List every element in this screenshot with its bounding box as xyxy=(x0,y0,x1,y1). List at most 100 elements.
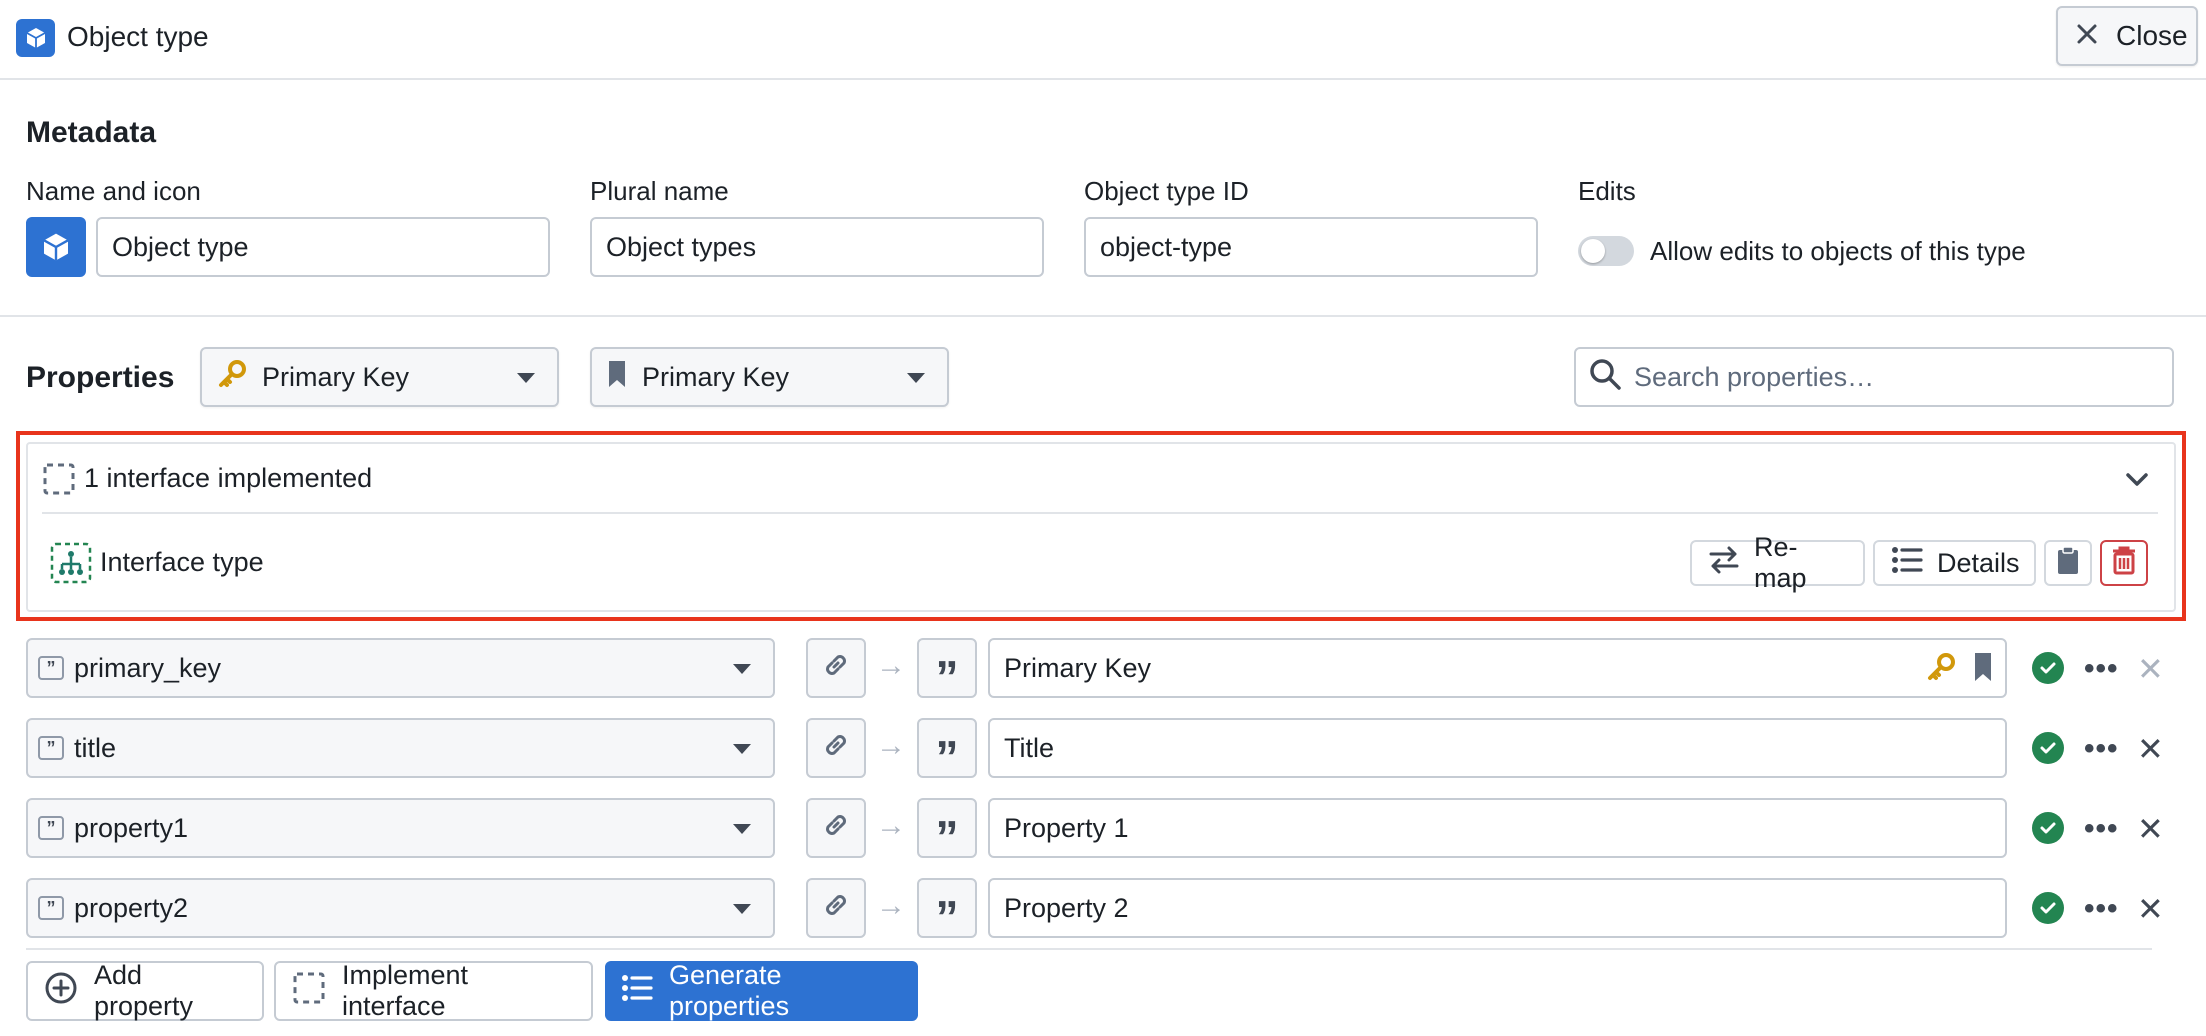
cube-icon xyxy=(43,233,69,261)
details-label: Details xyxy=(1937,547,2020,578)
remap-label: Re-map xyxy=(1754,532,1807,593)
implement-interface-button[interactable]: Implement interface xyxy=(274,960,593,1021)
clipboard-button[interactable] xyxy=(2044,540,2092,586)
close-label: Close xyxy=(2116,20,2188,51)
edits-toggle[interactable] xyxy=(1578,236,1634,266)
name-input[interactable]: Object type xyxy=(96,217,550,277)
primary-key-select[interactable]: Primary Key xyxy=(200,347,559,407)
generate-properties-button[interactable]: Generate properties xyxy=(605,960,918,1021)
object-type-id-input[interactable]: object-type xyxy=(1084,217,1538,277)
more-icon[interactable]: ••• xyxy=(2084,732,2119,766)
link-icon xyxy=(820,729,852,768)
type-button[interactable]: ” xyxy=(917,638,977,703)
quote-icon: ” xyxy=(935,891,959,943)
dialog-title: Object type xyxy=(67,21,209,52)
plus-circle-icon xyxy=(44,971,78,1012)
interface-type-name: Interface type xyxy=(100,547,264,577)
chevron-down-icon xyxy=(733,744,751,754)
more-icon[interactable]: ••• xyxy=(2084,652,2119,686)
property-display-input[interactable]: Property 2 xyxy=(988,878,2007,938)
quote-icon: ” xyxy=(38,656,64,680)
link-button[interactable] xyxy=(806,798,866,858)
swap-arrows-icon xyxy=(1708,545,1740,582)
bookmark-icon xyxy=(1973,651,1993,690)
dashed-square-icon xyxy=(42,462,76,503)
property-source-label: title xyxy=(74,732,117,763)
link-button[interactable] xyxy=(806,638,866,698)
quote-icon: ” xyxy=(935,651,959,703)
property-source-select[interactable]: ” primary_key xyxy=(26,638,775,698)
arrow-right-icon: → xyxy=(876,649,906,682)
type-button[interactable]: ” xyxy=(917,798,977,863)
property-display-label: Title xyxy=(1004,732,1055,763)
chevron-down-icon xyxy=(733,904,751,914)
chevron-down-icon xyxy=(733,824,751,834)
more-icon[interactable]: ••• xyxy=(2084,812,2119,846)
check-circle-icon xyxy=(2032,892,2064,924)
type-button[interactable]: ” xyxy=(917,718,977,783)
quote-icon: ” xyxy=(38,896,64,920)
bookmark-icon xyxy=(606,359,628,396)
edits-label: Edits xyxy=(1578,176,1636,206)
property-source-select[interactable]: ” property1 xyxy=(26,798,775,858)
interface-divider xyxy=(42,512,2158,514)
property-source-label: property2 xyxy=(74,892,189,923)
property-display-input[interactable]: Primary Key xyxy=(988,638,2007,698)
x-icon[interactable]: ✕ xyxy=(2137,650,2164,688)
quote-icon: ” xyxy=(935,811,959,863)
toggle-knob xyxy=(1581,239,1605,263)
dashed-square-icon xyxy=(292,971,326,1012)
search-properties[interactable]: Search properties… xyxy=(1574,347,2174,407)
title-key-select[interactable]: Primary Key xyxy=(590,347,949,407)
remap-button[interactable]: Re-map xyxy=(1690,532,1865,593)
search-icon xyxy=(1588,357,1622,398)
arrow-right-icon: → xyxy=(876,809,906,842)
check-circle-icon xyxy=(2032,732,2064,764)
arrow-right-icon: → xyxy=(876,729,906,762)
x-icon[interactable]: ✕ xyxy=(2137,810,2164,848)
details-button[interactable]: Details xyxy=(1873,540,2036,586)
chevron-down-icon xyxy=(733,664,751,674)
quote-icon: ” xyxy=(38,816,64,840)
plural-input[interactable]: Object types xyxy=(590,217,1044,277)
property-source-select[interactable]: ” title xyxy=(26,718,775,778)
close-button[interactable]: Close xyxy=(2056,6,2198,66)
property-display-input[interactable]: Property 1 xyxy=(988,798,2007,858)
name-label: Name and icon xyxy=(26,176,201,206)
properties-title: Properties xyxy=(26,361,175,394)
check-circle-icon xyxy=(2032,812,2064,844)
add-property-button[interactable]: Add property xyxy=(26,960,264,1021)
rows-divider xyxy=(26,948,2152,950)
chevron-down-icon[interactable] xyxy=(2123,466,2151,501)
metadata-title: Metadata xyxy=(26,116,157,149)
x-icon[interactable]: ✕ xyxy=(2137,890,2164,928)
icon-picker-button[interactable] xyxy=(26,217,86,277)
type-button[interactable]: ” xyxy=(917,878,977,943)
check-circle-icon xyxy=(2032,652,2064,684)
link-icon xyxy=(820,809,852,848)
link-button[interactable] xyxy=(806,718,866,778)
property-display-label: Property 1 xyxy=(1004,812,1129,843)
property-display-input[interactable]: Title xyxy=(988,718,2007,778)
property-source-select[interactable]: ” property2 xyxy=(26,878,775,938)
quote-icon: ” xyxy=(38,736,64,760)
implement-interface-label: Implement interface xyxy=(342,960,469,1021)
link-button[interactable] xyxy=(806,878,866,938)
section-divider xyxy=(0,315,2206,317)
x-icon[interactable]: ✕ xyxy=(2137,730,2164,768)
interfaces-summary: 1 interface implemented xyxy=(84,463,373,493)
trash-icon xyxy=(2110,545,2138,582)
arrow-right-icon: → xyxy=(876,889,906,922)
clipboard-icon xyxy=(2056,545,2080,582)
link-icon xyxy=(820,649,852,688)
delete-interface-button[interactable] xyxy=(2100,540,2148,586)
chevron-down-icon xyxy=(517,373,535,383)
quote-icon: ” xyxy=(935,731,959,783)
list-icon xyxy=(621,973,653,1010)
key-icon xyxy=(216,358,248,397)
property-display-label: Primary Key xyxy=(1004,652,1152,683)
edits-toggle-label: Allow edits to objects of this type xyxy=(1650,236,2026,266)
primary-key-select-label: Primary Key xyxy=(262,361,410,392)
close-icon xyxy=(2076,20,2098,52)
more-icon[interactable]: ••• xyxy=(2084,892,2119,926)
